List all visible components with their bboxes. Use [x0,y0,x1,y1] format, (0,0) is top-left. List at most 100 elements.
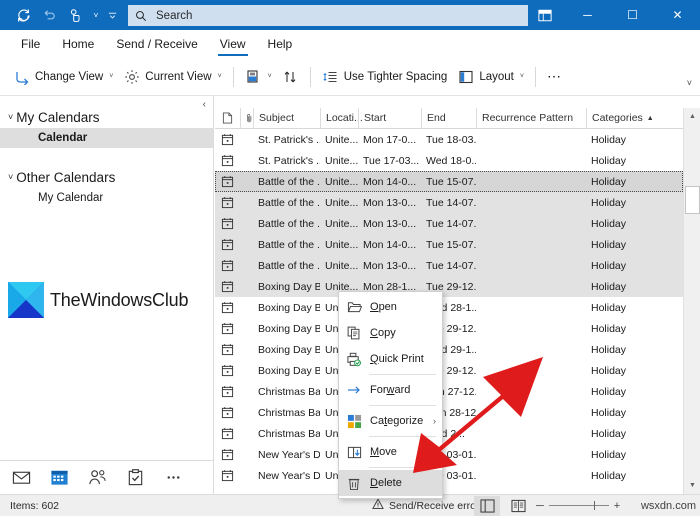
table-row[interactable]: Boxing Day B...Unite...Tue 29-12...Holid… [215,360,683,381]
sort-button[interactable] [277,63,304,91]
more-commands-button[interactable]: ⋯ [542,63,567,91]
tab-home[interactable]: Home [51,30,105,58]
calendar-icon[interactable] [48,467,70,489]
context-menu-item-copy[interactable]: Copy [339,320,442,346]
send-receive-error-status[interactable]: Send/Receive error [372,498,479,513]
refresh-icon[interactable] [10,3,36,27]
zoom-out-button[interactable]: ─ [536,500,544,512]
touch-mode-chevron-down-icon[interactable]: ˅ [88,3,104,27]
zoom-in-button[interactable]: + [614,500,620,512]
table-row[interactable]: Christmas Ba...Unite...Wed 2...Holiday [215,423,683,444]
table-row[interactable]: New Year's D...Unite...Tue 03-01...Holid… [215,444,683,465]
maximize-button[interactable]: ☐ [610,0,655,30]
sort-arrows-icon [282,68,299,85]
sidebar-item-calendar[interactable]: Calendar [0,128,213,148]
touch-mode-icon[interactable] [62,3,88,27]
list-vertical-scrollbar[interactable]: ▲ ▼ [683,108,700,494]
group-other-calendars[interactable]: ˅ Other Calendars [0,166,213,188]
table-row[interactable]: Battle of the ... Unite... Mon 13-0... Tue … [215,213,683,234]
end-cell: Tue 14-07... [426,259,476,272]
search-input[interactable]: Search [128,5,528,26]
item-type-column-header[interactable] [215,108,240,129]
subject-cell: Boxing Day B... [258,301,320,314]
appointment-context-menu: Open Copy Quick Print Forward Categorize › Mov… [338,291,443,499]
categories-cell: Holiday [591,301,627,314]
window-controls: ─ ☐ ✕ [525,0,700,30]
undo-icon[interactable] [36,3,62,27]
context-menu-item-forward[interactable]: Forward [339,377,442,403]
more-commands-icon: ⋯ [546,68,562,84]
current-view-chevron-down-icon[interactable]: ˅ [218,73,222,80]
subject-cell: Boxing Day B... [258,364,320,377]
zoom-track[interactable] [548,501,609,510]
start-column-header[interactable]: Start [358,107,421,129]
current-view-button[interactable]: Current View ˅ [118,63,226,91]
ribbon-collapse-chevron-down-icon[interactable]: ˅ [687,78,692,88]
recurrence-column-header[interactable]: Recurrence Pattern [476,107,586,129]
other-calendars-chevron-down-icon: ˅ [8,172,14,182]
change-view-label: Change View [35,70,104,83]
minimize-button[interactable]: ─ [565,0,610,30]
sidebar-item-calendar-label: Calendar [38,132,88,144]
table-row[interactable]: Battle of the ... Unite... Mon 14-0... Tue … [215,171,683,192]
scrollbar-thumb[interactable] [685,186,700,214]
more-icon[interactable] [162,467,184,489]
tab-help[interactable]: Help [257,30,304,58]
sidebar-item-my-calendar[interactable]: My Calendar [0,188,213,208]
table-row[interactable]: Boxing Day B...Unite...Wed 28-1...Holida… [215,297,683,318]
location-column-header[interactable]: Locati... [320,107,363,129]
search-placeholder-text: Search [156,9,193,22]
appointment-icon [215,238,240,251]
context-menu-item-label: Forward [370,384,411,396]
table-row[interactable]: St. Patrick's ... Unite... Tue 17-03... Wed… [215,150,683,171]
ribbon-display-options-icon[interactable] [525,0,565,30]
table-row[interactable]: Boxing Day B...Unite...Wed 29-1...Holida… [215,339,683,360]
people-icon[interactable] [86,467,108,489]
start-cell: Mon 13-0... [363,196,417,209]
use-tighter-spacing-button[interactable]: Use Tighter Spacing [317,63,453,91]
table-row[interactable]: Christmas Ba...Unite...Sun 27-12...Holid… [215,381,683,402]
location-cell: Unite... [325,154,358,167]
mail-icon[interactable] [10,467,32,489]
message-preview-button[interactable]: ˅ [240,63,277,91]
table-row[interactable]: St. Patrick's ... Unite... Mon 17-0... Tue … [215,129,683,150]
change-view-button[interactable]: Change View ˅ [8,63,118,91]
table-row[interactable]: Battle of the ... Unite... Mon 13-0... Tue … [215,192,683,213]
start-cell: Mon 14-0... [363,175,417,188]
tab-send-receive[interactable]: Send / Receive [105,30,208,58]
context-menu-item-categorize[interactable]: Categorize › [339,408,442,434]
qat-customize-chevron-down-icon[interactable] [104,3,120,27]
table-row[interactable]: Battle of the ... Unite... Mon 14-0... Tue … [215,234,683,255]
normal-view-icon[interactable] [474,495,500,516]
close-button[interactable]: ✕ [655,0,700,30]
tasks-icon[interactable] [124,467,146,489]
table-row[interactable]: New Year's D...Unite...Mon 02-0...Tue 03… [215,465,683,486]
tab-view[interactable]: View [209,30,257,58]
reading-view-icon[interactable] [505,496,531,516]
send-receive-error-label: Send/Receive error [389,499,480,512]
group-my-calendars[interactable]: ˅ My Calendars [0,106,213,128]
attachment-column-header[interactable] [240,107,253,129]
table-row[interactable]: Christmas Ba...Unite...Mon 28-12...Holid… [215,402,683,423]
collapse-pane-chevron-left-icon[interactable]: ‹ [203,99,206,110]
change-view-chevron-down-icon[interactable]: ˅ [109,73,113,80]
message-preview-chevron-down-icon[interactable]: ˅ [268,73,272,80]
context-menu-item-move[interactable]: Move › [339,439,442,465]
end-column-header[interactable]: End [421,107,476,129]
layout-chevron-down-icon[interactable]: ˅ [520,73,524,80]
context-menu-item-open[interactable]: Open [339,294,442,320]
context-menu-item-quick-print[interactable]: Quick Print [339,346,442,372]
tab-file[interactable]: File [10,30,51,58]
table-row[interactable]: Boxing Day B...Unite...Mon 28-1...Tue 29… [215,276,683,297]
categories-column-header[interactable]: Categories ▲ [586,107,676,129]
subject-column-header[interactable]: Subject [253,107,320,129]
layout-button[interactable]: Layout ˅ [452,63,529,91]
context-menu-item-delete[interactable]: Delete [339,470,442,496]
context-menu-separator [369,436,436,437]
table-row[interactable]: Battle of the ... Unite... Mon 13-0... Tue … [215,255,683,276]
scroll-down-arrow-icon[interactable]: ▼ [684,477,700,494]
zoom-slider[interactable]: ─ + [536,500,620,512]
zoom-handle[interactable] [593,501,595,510]
table-row[interactable]: Boxing Day B...Unite...Tue 29-12...Holid… [215,318,683,339]
scroll-up-arrow-icon[interactable]: ▲ [684,108,700,125]
